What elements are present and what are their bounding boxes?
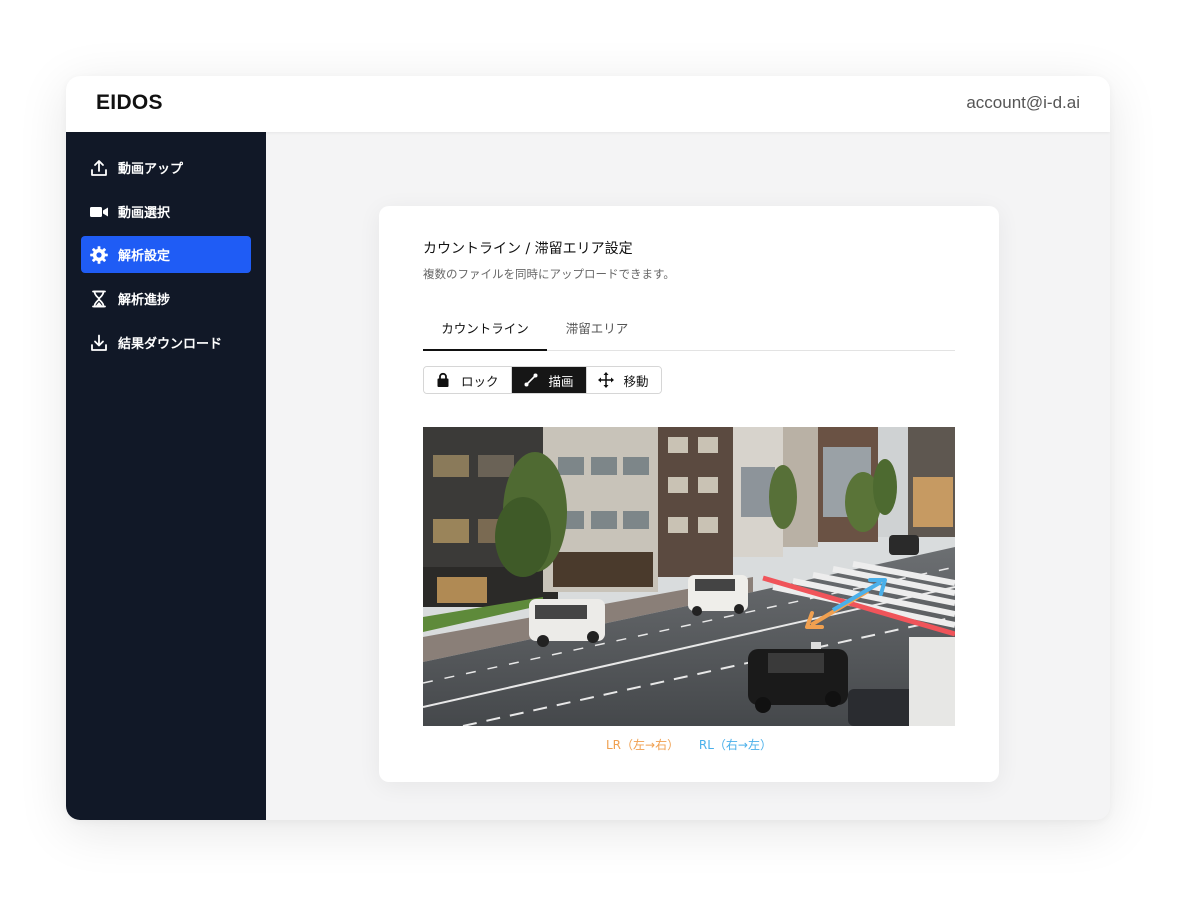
- legend-rl: RL（右→左）: [698, 738, 772, 752]
- video-camera-icon: [89, 202, 109, 222]
- account-email[interactable]: account@i-d.ai: [966, 93, 1080, 113]
- sidebar-item-video-select[interactable]: 動画選択: [81, 193, 251, 230]
- sidebar-item-label: 動画選択: [118, 206, 171, 221]
- draw-tool-button[interactable]: 描画: [510, 367, 586, 393]
- gear-icon: [89, 245, 109, 265]
- move-icon: [597, 371, 615, 389]
- video-frame-canvas[interactable]: [423, 427, 955, 726]
- sidebar-item-analysis-settings[interactable]: 解析設定: [81, 236, 251, 273]
- top-bar: EIDOS account@i-d.ai: [66, 76, 1110, 132]
- legend-lr: LR（左→右）: [605, 738, 680, 752]
- draw-line-icon: [522, 371, 540, 389]
- sidebar-item-label: 結果ダウンロード: [118, 337, 223, 352]
- sidebar-item-video-upload[interactable]: 動画アップ: [81, 149, 251, 186]
- sidebar-item-label: 解析設定: [118, 249, 171, 264]
- card-subtitle: 複数のファイルを同時にアップロードできます。: [423, 267, 675, 281]
- sidebar-item-label: 動画アップ: [118, 162, 184, 177]
- tool-label: ロック: [461, 373, 499, 389]
- tool-label: 移動: [623, 373, 649, 389]
- hourglass-icon: [89, 289, 109, 309]
- card-title: カウントライン / 滞留エリア設定: [423, 241, 633, 257]
- upload-icon: [89, 158, 109, 178]
- sidebar-item-result-download[interactable]: 結果ダウンロード: [81, 324, 251, 361]
- sidebar: 動画アップ 動画選択 解析設定 解析進捗 結果ダウンロード: [66, 132, 266, 820]
- brand-logo[interactable]: EIDOS: [96, 91, 163, 115]
- app-window: EIDOS account@i-d.ai 動画アップ 動画選択 解析設定 解析進…: [66, 76, 1110, 820]
- settings-card: カウントライン / 滞留エリア設定 複数のファイルを同時にアップロードできます。…: [379, 206, 999, 782]
- direction-legend: LR（左→右） RL（右→左）: [423, 736, 955, 753]
- street-scene-image: [423, 427, 955, 726]
- lock-icon: [434, 371, 452, 389]
- tab-bar: カウントライン 滞留エリア: [423, 316, 955, 351]
- lock-tool-button[interactable]: ロック: [424, 367, 511, 393]
- sidebar-item-label: 解析進捗: [118, 293, 171, 308]
- tool-group: ロック 描画 移動: [423, 366, 662, 394]
- sidebar-item-analysis-progress[interactable]: 解析進捗: [81, 280, 251, 317]
- tab-count-line[interactable]: カウントライン: [423, 316, 547, 351]
- tab-dwell-area[interactable]: 滞留エリア: [547, 316, 647, 349]
- move-tool-button[interactable]: 移動: [585, 367, 661, 393]
- tool-label: 描画: [548, 373, 574, 389]
- download-icon: [89, 333, 109, 353]
